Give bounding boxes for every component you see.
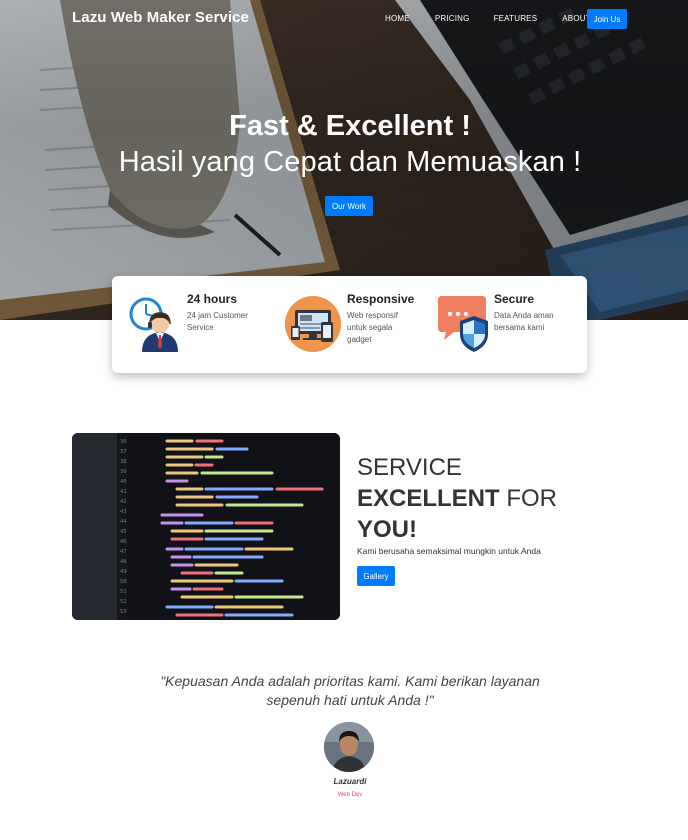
navbar: Lazu Web Maker Service HOME PRICING FEAT… [0,0,688,38]
features-panel: 24 hours 24 jam Customer Service Respons… [112,276,587,373]
join-us-button[interactable]: Join Us [587,9,627,29]
hero-section: Lazu Web Maker Service HOME PRICING FEAT… [0,0,688,320]
svg-text:49: 49 [120,569,127,575]
feature-title: Responsive [347,292,415,306]
testimonial-quote: "Kepuasan Anda adalah prioritas kami. Ka… [160,673,540,708]
svg-text:37: 37 [120,449,127,455]
feature-desc: Web responsif untuk segala gadget [347,311,398,344]
shield-icon [438,296,488,352]
feature-desc: 24 jam Customer Service [187,311,248,332]
feature-desc: Data Anda aman bersama kami [494,311,554,332]
hero-title: Fast & Excellent ! [229,110,471,142]
avatar-photo [324,722,374,772]
service-heading: SERVICE EXCELLENT FOR YOU! [357,452,617,545]
svg-text:52: 52 [120,599,127,605]
svg-text:50: 50 [120,579,127,585]
svg-text:46: 46 [120,539,127,545]
service-text: Kami berusaha semaksimal mungkin untuk A… [357,546,541,556]
nav-link-features[interactable]: FEATURES [494,14,538,23]
svg-text:47: 47 [120,549,127,555]
svg-text:53: 53 [120,609,127,615]
customer-service-icon [129,297,178,352]
feature-title: 24 hours [187,292,238,306]
nav-link-pricing[interactable]: PRICING [435,14,470,23]
service-heading-for: FOR [499,485,558,512]
feature-24-hours: 24 hours 24 jam Customer Service [112,276,272,373]
testimonial-name: Lazuardi [333,777,367,786]
svg-text:43: 43 [120,509,127,515]
svg-text:48: 48 [120,559,127,565]
code-editor-image: 36 37 38 39 40 41 42 43 44 45 46 47 48 49 50 51 52 5… [72,433,340,620]
svg-text:45: 45 [120,529,127,535]
svg-text:44: 44 [120,519,127,525]
svg-text:51: 51 [120,589,127,595]
svg-text:38: 38 [120,459,127,465]
our-work-button[interactable]: Our Work [325,196,373,216]
testimonial-role: Web Dev [337,792,363,798]
feature-title: Secure [494,292,535,306]
nav-links: HOME PRICING FEATURES ABOUT [385,14,616,23]
gallery-button[interactable]: Gallery [357,566,395,586]
feature-secure: Secure Data Anda aman bersama kami [430,276,587,373]
feature-responsive: Responsive Web responsif untuk segala ga… [277,276,432,373]
avatar [324,722,374,772]
svg-text:40: 40 [120,479,127,485]
code-screenshot-image: 36 37 38 39 40 41 42 43 44 45 46 47 48 49 50 51 52 5… [72,433,340,620]
brand-logo[interactable]: Lazu Web Maker Service [72,9,249,26]
service-heading-bold-excellent: EXCELLENT [357,485,500,512]
hero-subtitle: Hasil yang Cepat dan Memuaskan ! [118,146,582,178]
svg-text:39: 39 [120,469,127,475]
svg-text:41: 41 [120,489,127,495]
devices-icon [285,296,341,352]
svg-text:36: 36 [120,439,127,445]
service-heading-bold-you: YOU! [357,516,417,543]
service-heading-line1: SERVICE [357,454,462,481]
nav-link-home[interactable]: HOME [385,14,410,23]
svg-text:42: 42 [120,499,127,505]
